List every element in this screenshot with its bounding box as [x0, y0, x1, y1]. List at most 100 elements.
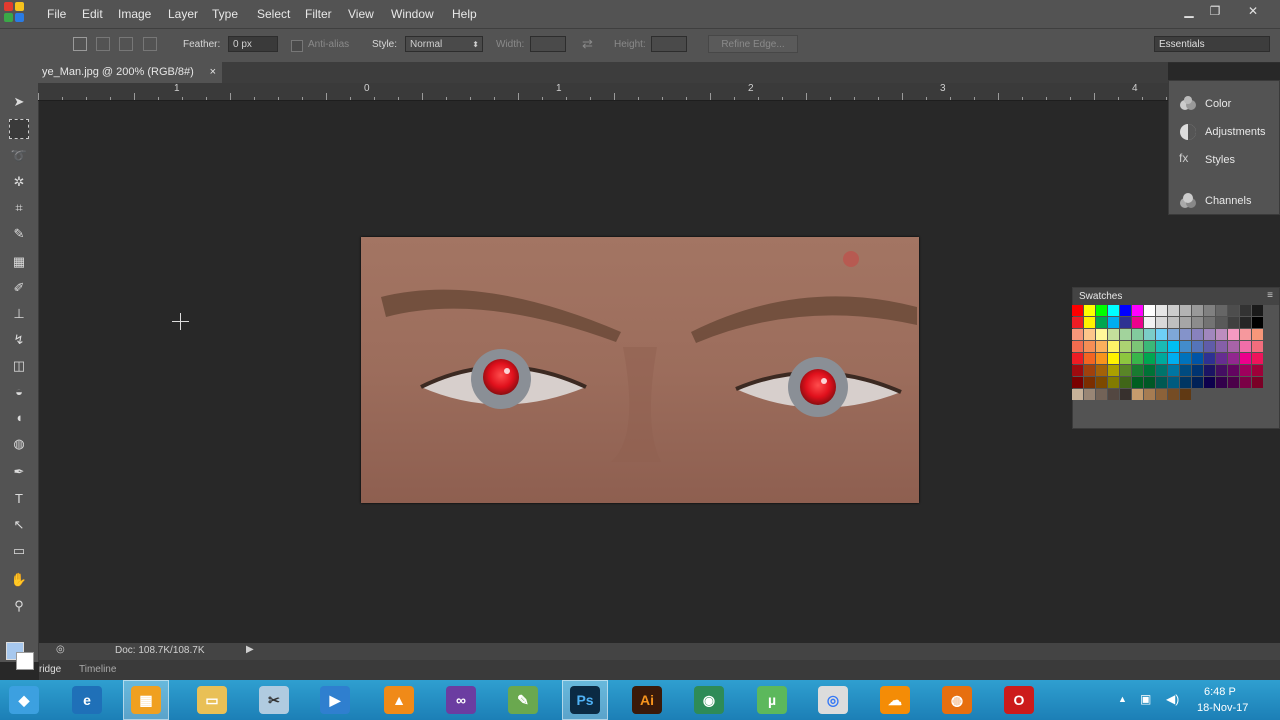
panel-menu-icon[interactable]: ≡ — [1267, 290, 1273, 301]
ie-icon[interactable]: e — [72, 686, 102, 714]
color-swatch[interactable] — [1132, 305, 1143, 316]
color-swatch[interactable] — [1192, 317, 1203, 328]
menu-help[interactable]: Help — [452, 7, 477, 21]
color-swatch[interactable] — [1228, 365, 1239, 376]
workspace-select[interactable]: Essentials — [1154, 36, 1270, 52]
color-swatch[interactable] — [1108, 365, 1119, 376]
color-swatch[interactable] — [1240, 365, 1251, 376]
color-swatch[interactable] — [1072, 365, 1083, 376]
color-swatch[interactable] — [1144, 329, 1155, 340]
marquee-tool-icon[interactable] — [9, 119, 29, 139]
crop-tool-icon[interactable]: ⌗ — [9, 198, 29, 218]
color-swatch[interactable] — [1108, 317, 1119, 328]
color-swatch[interactable] — [1108, 353, 1119, 364]
dodge-tool-icon[interactable]: ◍ — [9, 434, 29, 454]
color-swatch[interactable] — [1108, 377, 1119, 388]
menu-type[interactable]: Type — [212, 7, 238, 21]
status-menu-arrow-icon[interactable]: ▶ — [246, 644, 254, 655]
color-swatch[interactable] — [1240, 317, 1251, 328]
close-tab-icon[interactable]: × — [210, 62, 216, 83]
mini-bridge-tab[interactable]: ridge — [39, 664, 61, 675]
style-select[interactable]: Normal ⬍ — [405, 36, 483, 52]
vlc-icon[interactable]: ▲ — [384, 686, 414, 714]
color-swatch[interactable] — [1132, 377, 1143, 388]
adjustments-panel-label[interactable]: Adjustments — [1205, 126, 1266, 138]
color-swatch[interactable] — [1240, 305, 1251, 316]
adjustments-panel-icon[interactable] — [1179, 123, 1197, 141]
folder-icon[interactable]: ▭ — [197, 686, 227, 714]
zoom-tool-icon[interactable]: ⚲ — [9, 596, 29, 616]
menu-image[interactable]: Image — [118, 7, 151, 21]
new-selection-icon[interactable] — [73, 37, 87, 51]
color-panel-icon[interactable] — [1179, 95, 1197, 113]
color-swatch[interactable] — [1168, 329, 1179, 340]
color-swatch[interactable] — [1072, 353, 1083, 364]
color-swatch[interactable] — [1084, 365, 1095, 376]
illustrator-icon[interactable]: Ai — [632, 686, 662, 714]
color-swatch[interactable] — [1204, 341, 1215, 352]
color-swatch[interactable] — [1168, 353, 1179, 364]
healing-brush-icon[interactable]: ▦ — [9, 252, 29, 272]
color-swatch[interactable] — [1132, 353, 1143, 364]
color-swatch[interactable] — [1156, 341, 1167, 352]
color-swatch[interactable] — [1084, 353, 1095, 364]
intersect-selection-icon[interactable] — [143, 37, 157, 51]
color-swatch[interactable] — [1108, 341, 1119, 352]
feather-input[interactable]: 0 px — [228, 36, 278, 52]
color-swatch[interactable] — [1120, 305, 1131, 316]
tray-time[interactable]: 6:48 P — [1204, 686, 1236, 698]
color-swatch[interactable] — [1084, 389, 1095, 400]
color-swatch[interactable] — [1084, 377, 1095, 388]
color-swatch[interactable] — [1084, 305, 1095, 316]
color-swatch[interactable] — [1072, 329, 1083, 340]
background-color-swatch[interactable] — [16, 652, 34, 670]
color-swatch[interactable] — [1252, 365, 1263, 376]
app-tiles-icon[interactable]: ▦ — [131, 686, 161, 714]
color-swatch[interactable] — [1108, 305, 1119, 316]
color-swatch[interactable] — [1168, 377, 1179, 388]
color-swatch[interactable] — [1204, 317, 1215, 328]
document-tab[interactable]: ye_Man.jpg @ 200% (RGB/8#) × — [38, 62, 222, 83]
color-swatch[interactable] — [1168, 341, 1179, 352]
color-swatch[interactable] — [1228, 317, 1239, 328]
color-swatch[interactable] — [1228, 377, 1239, 388]
photoshop-icon[interactable]: Ps — [570, 686, 600, 714]
color-swatch[interactable] — [1216, 365, 1227, 376]
color-swatch[interactable] — [1228, 341, 1239, 352]
color-swatch[interactable] — [1108, 329, 1119, 340]
color-swatch[interactable] — [1120, 329, 1131, 340]
channels-panel-label[interactable]: Channels — [1205, 195, 1251, 207]
color-swatch[interactable] — [1084, 329, 1095, 340]
swap-icon[interactable]: ⇄ — [582, 36, 593, 52]
color-swatch[interactable] — [1192, 377, 1203, 388]
color-swatch[interactable] — [1072, 377, 1083, 388]
magic-wand-icon[interactable]: ✲ — [9, 172, 29, 192]
color-swatch[interactable] — [1096, 365, 1107, 376]
color-swatch[interactable] — [1228, 305, 1239, 316]
paint-bucket-icon[interactable]: ◒ — [9, 382, 29, 402]
styles-panel-icon[interactable]: fx — [1179, 151, 1197, 169]
snipping-tool-icon[interactable]: ✂ — [259, 686, 289, 714]
brush-tool-icon[interactable]: ✐ — [9, 278, 29, 298]
color-swatch[interactable] — [1096, 341, 1107, 352]
clone-stamp-icon[interactable]: ⊥ — [9, 304, 29, 324]
restore-icon[interactable]: ❐ — [1206, 4, 1224, 20]
color-swatch[interactable] — [1072, 305, 1083, 316]
color-swatch[interactable] — [1096, 353, 1107, 364]
color-swatch[interactable] — [1240, 353, 1251, 364]
menu-view[interactable]: View — [348, 7, 374, 21]
color-swatch[interactable] — [1096, 389, 1107, 400]
channels-panel-icon[interactable] — [1179, 192, 1197, 210]
color-swatch[interactable] — [1168, 365, 1179, 376]
chrome-icon[interactable]: ◎ — [818, 686, 848, 714]
color-swatch[interactable] — [1120, 341, 1131, 352]
move-tool-icon[interactable]: ➤ — [9, 92, 29, 112]
color-swatch[interactable] — [1204, 329, 1215, 340]
color-swatch[interactable] — [1180, 305, 1191, 316]
color-swatch[interactable] — [1156, 317, 1167, 328]
menu-window[interactable]: Window — [391, 7, 434, 21]
tray-arrow-icon[interactable]: ▲ — [1118, 694, 1127, 704]
hand-tool-icon[interactable]: ✋ — [9, 570, 29, 590]
color-swatch[interactable] — [1204, 305, 1215, 316]
color-swatch[interactable] — [1240, 377, 1251, 388]
